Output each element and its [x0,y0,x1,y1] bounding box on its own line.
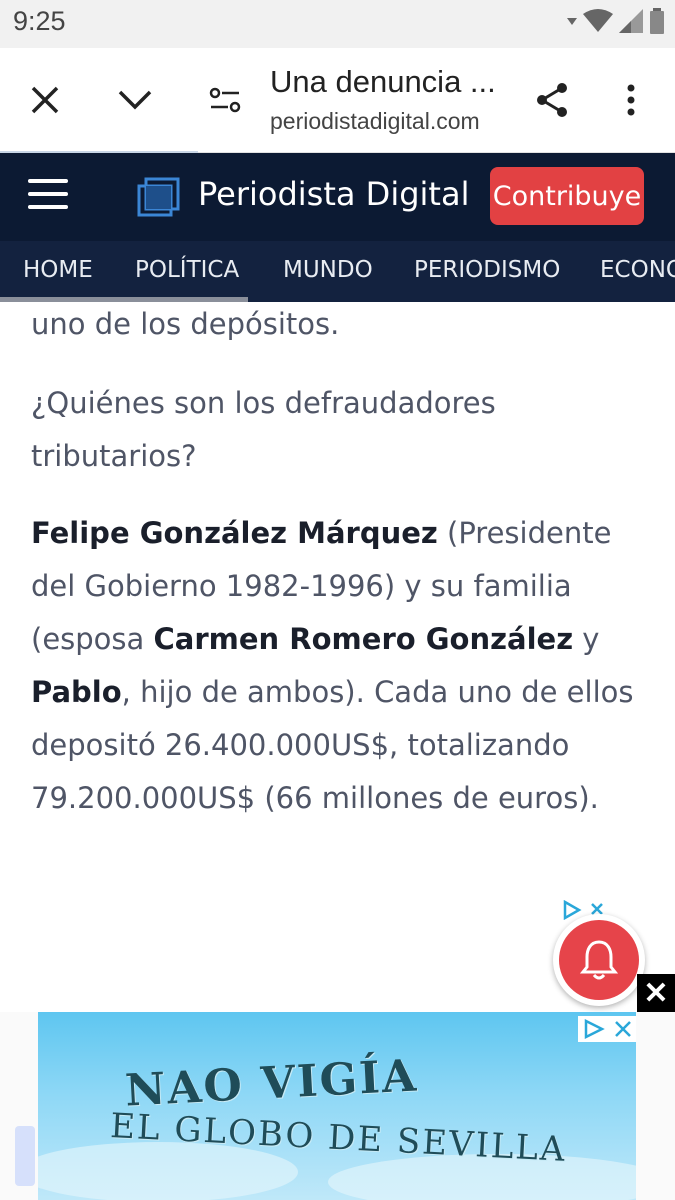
data-arrow-icon [567,18,577,25]
page-settings-icon [209,87,241,113]
nav-mundo[interactable]: MUNDO [283,257,373,283]
ad-close-button[interactable]: ✕ [637,974,675,1012]
article-paragraph: uno de los depósitos. [31,307,340,341]
person-name: Carmen Romero González [153,622,574,656]
status-time: 9:25 [13,6,66,36]
chevron-down-icon [118,90,152,110]
ad-background-element [15,1126,35,1186]
nav-economia[interactable]: ECONO [600,257,675,283]
bell-icon [579,940,619,980]
more-vert-icon [627,84,635,116]
status-bar: 9:25 [0,0,675,48]
battery-icon [650,8,664,34]
browser-toolbar: Una denuncia ... periodistadigital.com [0,48,675,154]
person-name: Felipe González Márquez [31,516,438,550]
site-logo[interactable]: Periodista Digital [198,175,469,213]
close-tab-button[interactable] [17,72,73,128]
notifications-button[interactable] [553,914,645,1006]
menu-button[interactable] [28,179,68,213]
nav-politica[interactable]: POLÍTICA [135,257,239,283]
minimize-tab-button[interactable] [107,72,163,128]
more-options-button[interactable] [603,72,659,128]
share-button[interactable] [524,72,580,128]
share-icon [537,83,567,117]
close-icon [614,1021,631,1037]
signal-icon [619,9,643,33]
section-nav: HOME POLÍTICA MUNDO PERIODISMO ECONO [0,241,675,302]
person-name: Pablo [31,675,122,709]
contribute-button[interactable]: Contribuye [490,167,644,225]
page-settings-button[interactable] [197,72,253,128]
logo-icon [137,177,180,217]
ad-choices-button[interactable] [578,1016,636,1042]
site-header: Periodista Digital Contribuye [0,153,675,241]
close-icon [31,86,59,114]
status-icons [567,8,665,34]
nav-periodismo[interactable]: PERIODISMO [414,257,560,283]
article-paragraph: ¿Quiénes son los defraudadores tributari… [31,386,496,473]
article-body: uno de los depósitos. ¿Quiénes son los d… [31,300,651,825]
page-title: Una denuncia ... [270,64,496,99]
nav-home[interactable]: HOME [23,257,93,283]
wifi-icon [583,9,613,32]
page-url[interactable]: periodistadigital.com [270,108,480,135]
article-paragraph: Felipe González Márquez (Presidente del … [31,516,634,815]
ad-choices-icon [584,1019,605,1039]
